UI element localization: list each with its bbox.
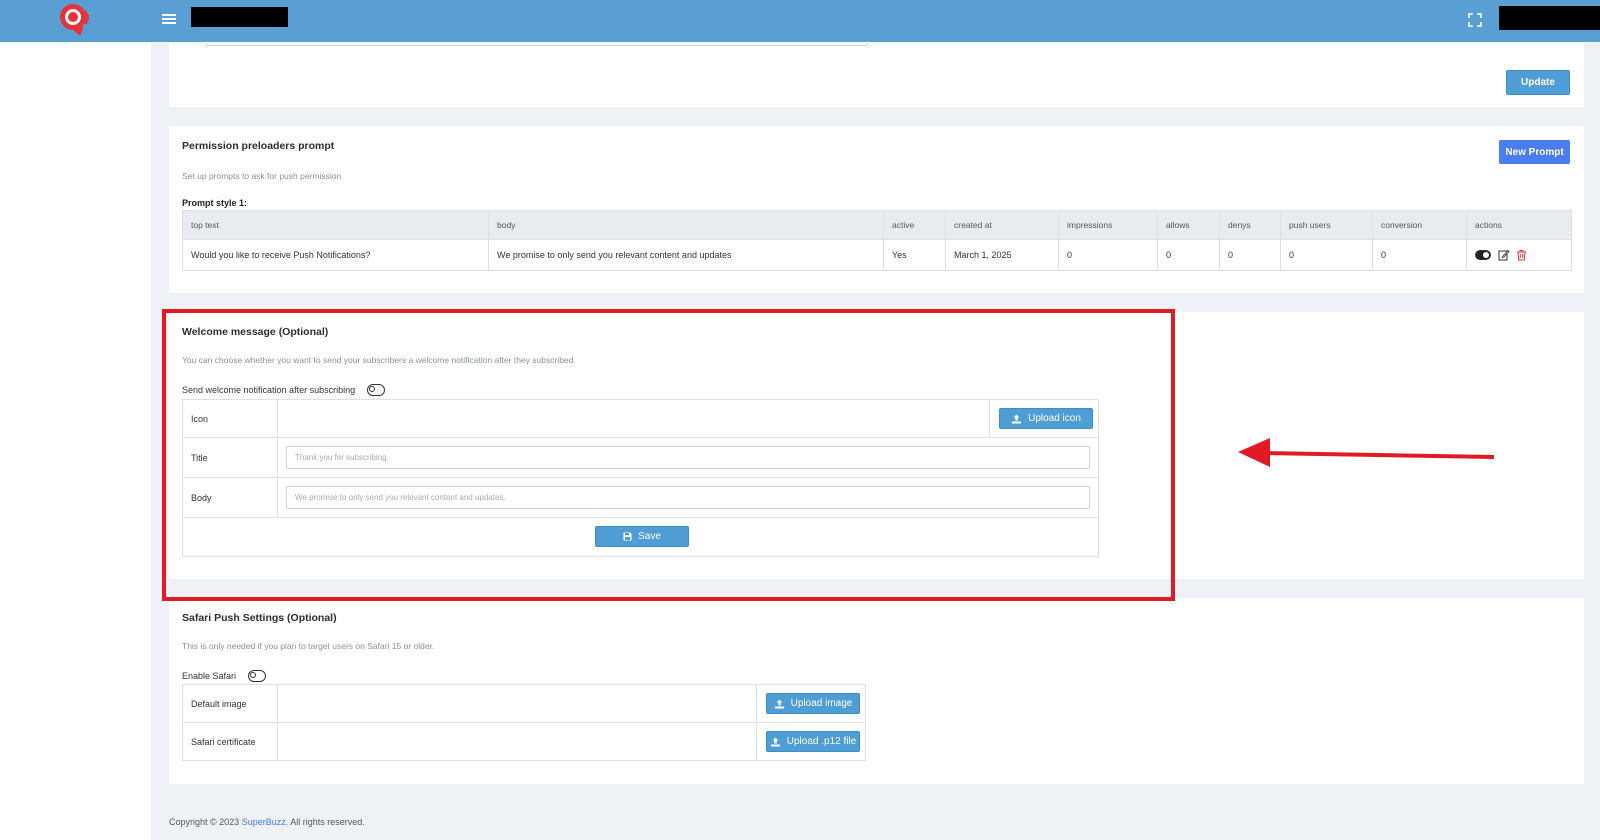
top-navbar (0, 0, 1600, 42)
settings-card: Update (169, 41, 1584, 107)
column-header: active (883, 210, 946, 240)
update-button[interactable]: Update (1506, 70, 1570, 95)
column-header: top text (182, 210, 489, 240)
cell-impressions: 0 (1058, 239, 1158, 271)
column-header: actions (1466, 210, 1572, 240)
update-label: Update (1521, 77, 1555, 88)
upload-p12-button[interactable]: Upload .p12 file (766, 731, 860, 752)
cell-actions (1466, 239, 1572, 271)
prompts-title: Permission preloaders prompt (182, 140, 335, 152)
fullscreen-icon[interactable] (1468, 13, 1482, 27)
cell-allows: 0 (1157, 239, 1220, 271)
certificate-label: Safari certificate (183, 723, 278, 760)
prompts-subtitle: Set up prompts to ask for push permissio… (182, 171, 342, 181)
upload-icon (770, 737, 780, 746)
hamburger-icon[interactable] (162, 12, 176, 26)
prompts-table: top text body active created at impressi… (182, 210, 1572, 271)
new-prompt-button[interactable]: New Prompt (1499, 140, 1570, 164)
safari-form: Default image Upload image Safari certif… (182, 684, 866, 761)
sidebar (0, 42, 151, 840)
safari-subtitle: This is only needed if you plan to targe… (182, 641, 435, 651)
column-header: denys (1219, 210, 1281, 240)
footer-suffix: All rights reserved. (288, 817, 365, 827)
delete-icon[interactable] (1516, 249, 1527, 261)
cell-active: Yes (883, 239, 946, 271)
column-header: impressions (1058, 210, 1158, 240)
upload-image-label: Upload image (790, 698, 853, 709)
upload-p12-label: Upload .p12 file (786, 736, 857, 747)
highlight-box (162, 309, 1175, 601)
cell-created-at: March 1, 2025 (945, 239, 1059, 271)
cell-push-users: 0 (1280, 239, 1373, 271)
column-header: body (488, 210, 884, 240)
certificate-divider (756, 723, 757, 760)
certificate-row: Safari certificate Upload .p12 file (183, 723, 865, 760)
footer-prefix: Copyright © 2023 (169, 817, 242, 827)
default-image-label: Default image (183, 685, 278, 722)
superbuzz-logo[interactable] (58, 2, 92, 38)
safari-toggle[interactable] (248, 670, 267, 682)
prompts-card: Permission preloaders prompt Set up prom… (169, 126, 1584, 293)
safari-title: Safari Push Settings (Optional) (182, 612, 337, 624)
safari-toggle-label: Enable Safari (182, 671, 237, 681)
column-header: push users (1280, 210, 1373, 240)
cell-conversion: 0 (1372, 239, 1467, 271)
default-image-divider (756, 685, 757, 722)
safari-toggle-row: Enable Safari (182, 670, 267, 682)
column-header: conversion (1372, 210, 1467, 240)
new-prompt-label: New Prompt (1505, 146, 1564, 158)
column-header: created at (945, 210, 1059, 240)
upload-image-button[interactable]: Upload image (766, 693, 860, 714)
top-input-field[interactable] (206, 41, 868, 46)
cell-body: We promise to only send you relevant con… (488, 239, 884, 271)
prompt-style-label: Prompt style 1: (182, 198, 248, 208)
table-row: Would you like to receive Push Notificat… (182, 239, 1572, 271)
active-toggle[interactable] (1475, 250, 1491, 260)
cell-denys: 0 (1219, 239, 1281, 271)
redacted-title (191, 7, 288, 27)
safari-card: Safari Push Settings (Optional) This is … (169, 598, 1584, 784)
footer: Copyright © 2023 SuperBuzz. All rights r… (169, 817, 365, 827)
default-image-row: Default image Upload image (183, 685, 865, 723)
upload-icon (774, 699, 784, 708)
table-header-row: top text body active created at impressi… (182, 210, 1572, 240)
redacted-user (1499, 6, 1600, 30)
red-arrow-icon (1238, 438, 1495, 467)
edit-icon[interactable] (1498, 249, 1510, 261)
column-header: allows (1157, 210, 1220, 240)
cell-top-text: Would you like to receive Push Notificat… (182, 239, 489, 271)
footer-brand-link[interactable]: SuperBuzz. (242, 817, 289, 827)
